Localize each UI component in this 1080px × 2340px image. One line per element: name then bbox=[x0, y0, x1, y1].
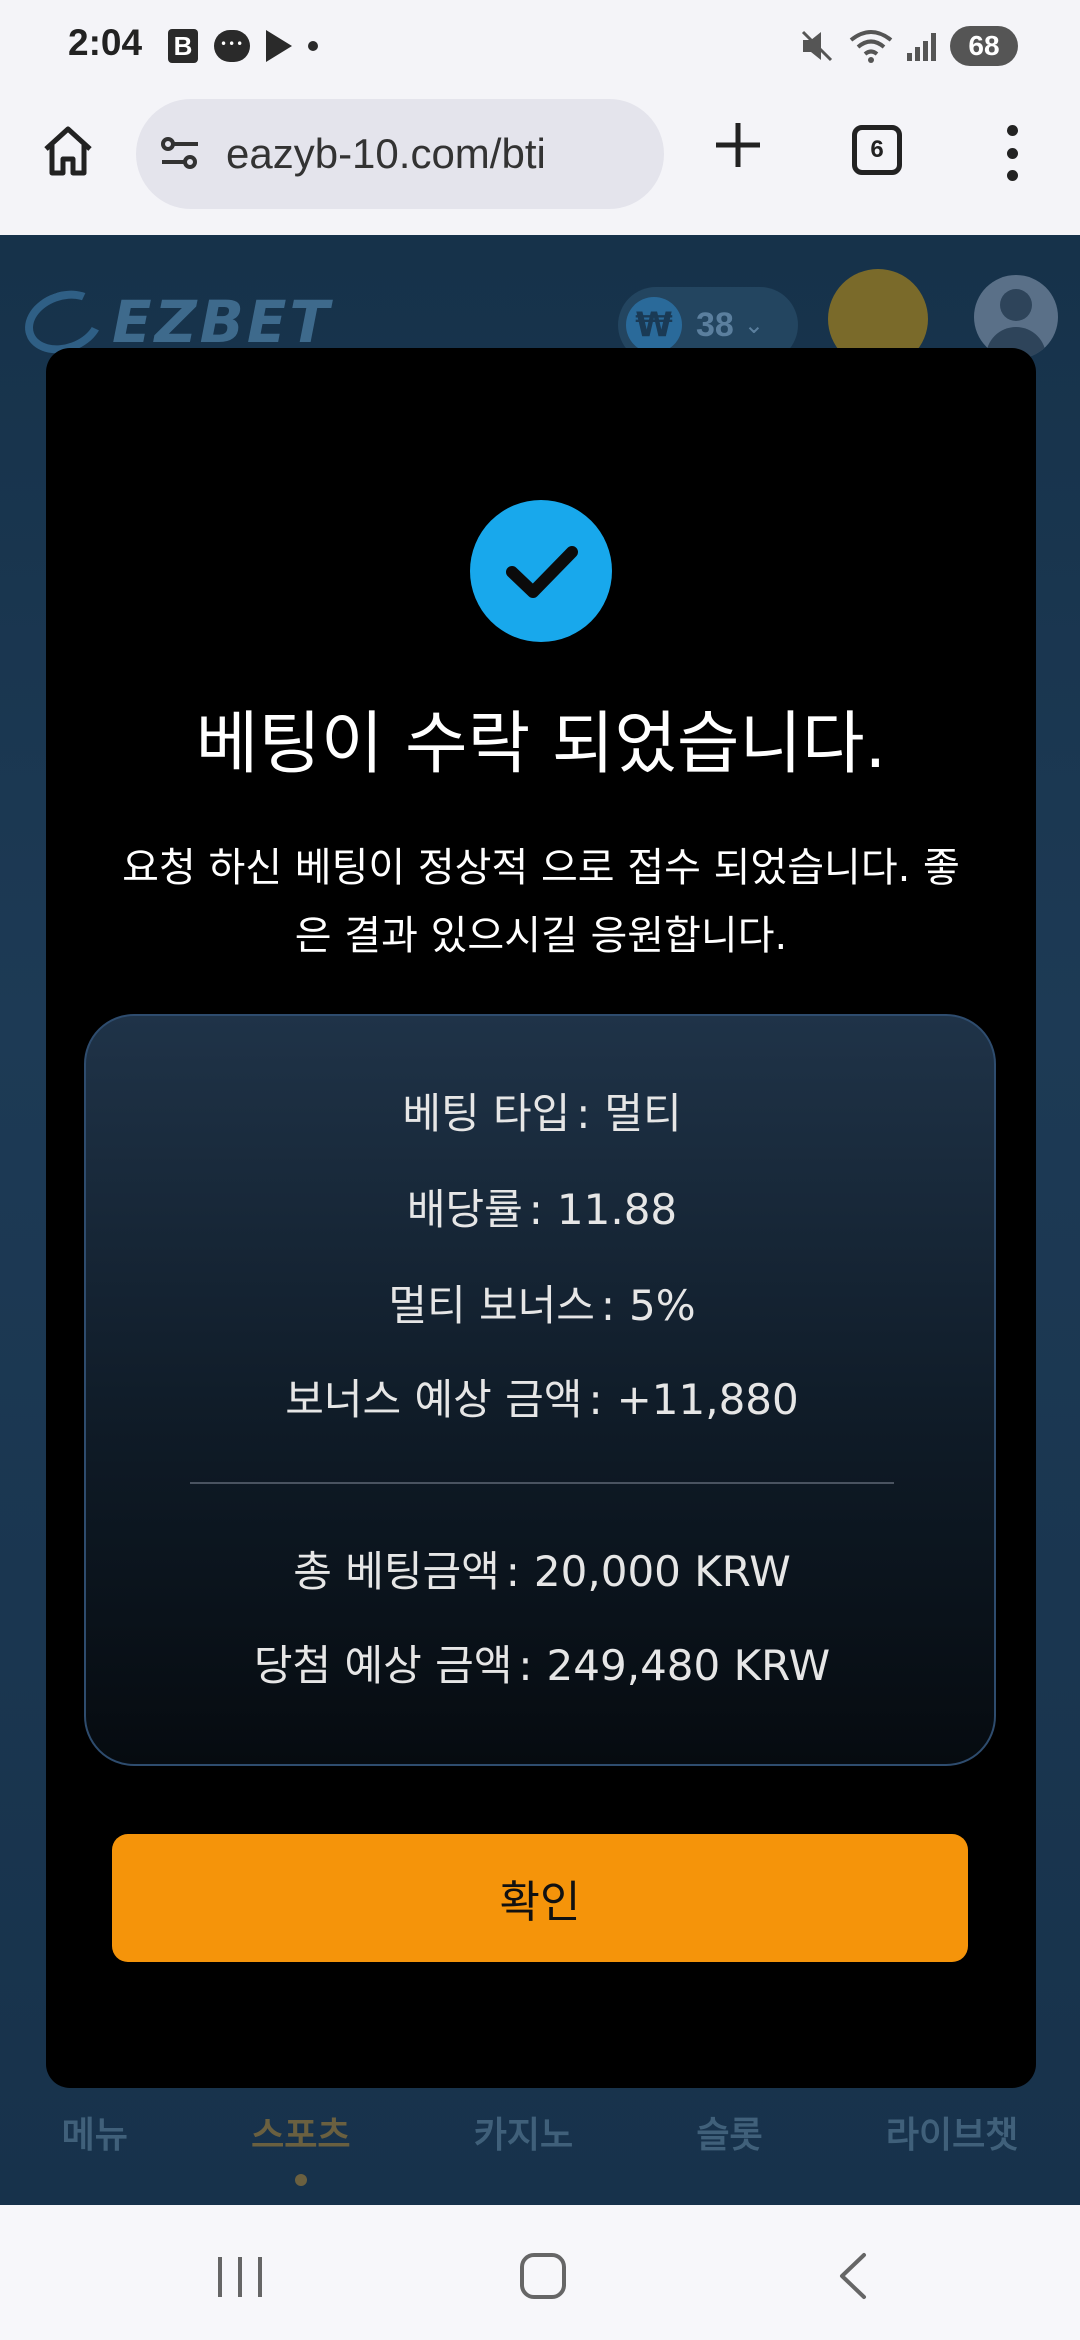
nav-item-live-chat[interactable]: 라이브챗 bbox=[886, 2106, 1018, 2158]
nav-item-sports[interactable]: 스포츠 bbox=[251, 2106, 351, 2186]
home-icon[interactable] bbox=[38, 121, 98, 181]
odds-label: 배당률 bbox=[406, 1185, 523, 1234]
nav-item-sports-label: 스포츠 bbox=[251, 2115, 351, 2156]
multi-bonus-row: 멀티 보너스:5% bbox=[388, 1281, 696, 1330]
back-icon[interactable] bbox=[830, 2251, 880, 2301]
bet-accepted-dialog: 베팅이 수락 되었습니다. 요청 하신 베팅이 정상적 으로 접수 되었습니다.… bbox=[46, 348, 1036, 2088]
site-logo[interactable]: EZBET bbox=[16, 280, 333, 364]
wifi-icon bbox=[849, 30, 893, 63]
system-home-icon[interactable] bbox=[520, 2253, 566, 2299]
url-text[interactable]: eazyb-10.com/bti bbox=[226, 130, 586, 178]
nav-item-casino[interactable]: 카지노 bbox=[474, 2106, 573, 2158]
system-navigation-bar bbox=[0, 2205, 1080, 2340]
new-tab-icon[interactable] bbox=[708, 115, 768, 175]
success-check-icon bbox=[470, 500, 612, 642]
site-settings-icon[interactable] bbox=[156, 130, 204, 178]
total-stake-value: 20,000 KRW bbox=[533, 1547, 791, 1596]
status-bar: 2:04 B 68 bbox=[0, 0, 1080, 95]
active-indicator-dot bbox=[294, 2174, 307, 2186]
expected-win-value: 249,480 KRW bbox=[546, 1641, 831, 1690]
confirm-button[interactable]: 확인 bbox=[112, 1834, 968, 1962]
dialog-title: 베팅이 수락 되었습니다. bbox=[195, 705, 887, 784]
more-options-icon[interactable] bbox=[1000, 125, 1024, 181]
multi-bonus-label: 멀티 보너스 bbox=[388, 1281, 595, 1330]
bet-summary-card: 베팅 타입: 멀티 배당률:11.88 멀티 보너스:5% 보너스 예상 금액: +… bbox=[84, 1014, 996, 1766]
bet-type-row: 베팅 타입: 멀티 bbox=[402, 1089, 682, 1138]
logo-text: EZBET bbox=[112, 288, 333, 356]
expected-bonus-value: +11,880 bbox=[616, 1375, 799, 1424]
recent-apps-icon[interactable] bbox=[218, 2257, 262, 2297]
signal-icon bbox=[907, 31, 936, 61]
notification-icons: B bbox=[168, 26, 318, 66]
won-currency-icon: ₩ bbox=[626, 297, 682, 353]
expected-bonus-row: 보너스 예상 금액: +11,880 bbox=[285, 1375, 799, 1424]
chevron-down-icon: ⌄ bbox=[743, 311, 764, 339]
total-stake-label: 총 베팅금액 bbox=[293, 1547, 500, 1596]
tab-switcher-icon[interactable]: 6 bbox=[852, 125, 902, 175]
dialog-message: 요청 하신 베팅이 정상적 으로 접수 되었습니다. 좋은 결과 있으시길 응원… bbox=[122, 845, 960, 959]
nav-item-slots[interactable]: 슬롯 bbox=[696, 2106, 762, 2158]
b-app-icon: B bbox=[168, 29, 198, 63]
chat-bubble-icon bbox=[214, 30, 250, 62]
bet-type-label: 베팅 타입 bbox=[402, 1089, 571, 1138]
battery-icon: 68 bbox=[950, 26, 1018, 66]
summary-divider bbox=[190, 1482, 894, 1484]
site-bottom-nav: 메뉴 스포츠 카지노 슬롯 라이브챗 bbox=[0, 2080, 1080, 2205]
system-icons: 68 bbox=[799, 24, 1018, 68]
play-store-icon bbox=[266, 30, 292, 62]
odds-row: 배당률:11.88 bbox=[406, 1185, 678, 1234]
browser-toolbar: eazyb-10.com/bti 6 bbox=[0, 95, 1080, 235]
expected-win-label: 당첨 예상 금액 bbox=[253, 1641, 513, 1690]
nav-item-menu[interactable]: 메뉴 bbox=[62, 2106, 128, 2158]
multi-bonus-value: 5% bbox=[629, 1281, 696, 1330]
dot-icon bbox=[308, 41, 318, 51]
odds-value: 11.88 bbox=[556, 1185, 678, 1234]
mute-vibrate-icon bbox=[801, 30, 833, 62]
expected-bonus-label: 보너스 예상 금액 bbox=[285, 1375, 583, 1424]
expected-win-row: 당첨 예상 금액:249,480 KRW bbox=[253, 1641, 831, 1690]
bet-type-value: 멀티 bbox=[604, 1089, 682, 1138]
total-stake-row: 총 베팅금액:20,000 KRW bbox=[293, 1547, 791, 1596]
address-bar[interactable]: eazyb-10.com/bti bbox=[136, 99, 664, 209]
status-time: 2:04 bbox=[68, 22, 143, 63]
balance-amount: 38 bbox=[696, 305, 734, 344]
profile-avatar-icon[interactable] bbox=[974, 275, 1058, 359]
